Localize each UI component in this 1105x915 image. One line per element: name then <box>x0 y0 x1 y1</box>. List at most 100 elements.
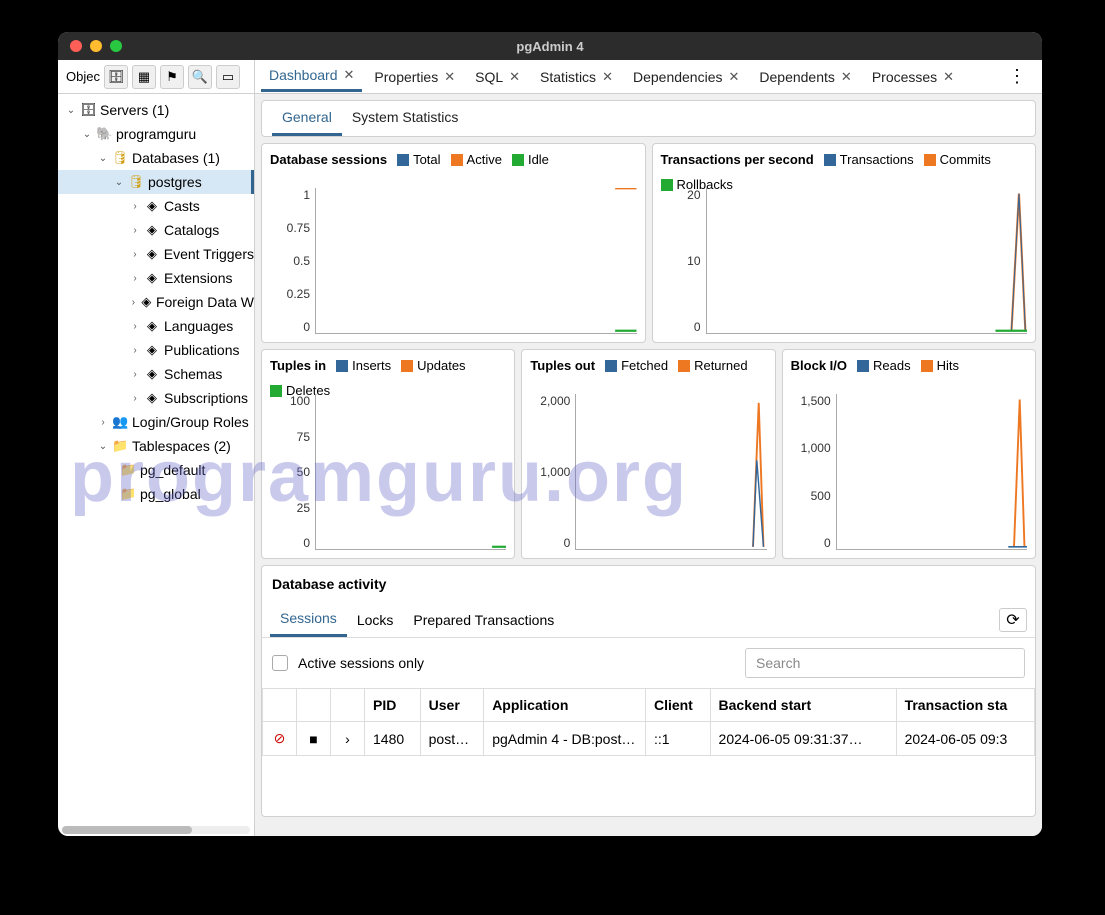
tree-servers[interactable]: Servers (1) <box>100 102 169 118</box>
column-header[interactable] <box>263 689 297 722</box>
object-tree[interactable]: ⌄🗄Servers (1) ⌄🐘programguru ⌄🛢Databases … <box>58 94 255 836</box>
activity-tab-prepared-transactions[interactable]: Prepared Transactions <box>403 604 564 636</box>
activity-tab-sessions[interactable]: Sessions <box>270 602 347 637</box>
card-database-sessions: Database sessionsTotalActiveIdle 10.750.… <box>261 143 646 343</box>
refresh-button[interactable]: ⟳ <box>999 608 1027 632</box>
tree-item[interactable]: ›◈Languages <box>58 314 254 338</box>
legend-item: Reads <box>857 358 911 373</box>
legend-item: Hits <box>921 358 959 373</box>
close-icon[interactable]: ✕ <box>728 69 739 85</box>
tab-sql[interactable]: SQL✕ <box>467 63 528 91</box>
subtab-general[interactable]: General <box>272 101 342 136</box>
cell-txn: 2024-06-05 09:3 <box>896 722 1034 756</box>
active-sessions-checkbox[interactable] <box>272 655 288 671</box>
sidebar-scrollbar[interactable] <box>62 826 250 834</box>
close-icon[interactable]: ✕ <box>602 69 613 85</box>
kebab-menu-icon[interactable]: ⋮ <box>998 66 1036 87</box>
cell-client: ::1 <box>645 722 710 756</box>
column-header[interactable] <box>297 689 331 722</box>
legend-item: Updates <box>401 358 465 373</box>
tab-dashboard[interactable]: Dashboard✕ <box>261 61 362 92</box>
tree-item[interactable]: ›◈Casts <box>58 194 254 218</box>
column-header[interactable]: Client <box>645 689 710 722</box>
legend-item: Fetched <box>605 358 668 373</box>
card-title: Database sessions <box>270 152 387 167</box>
window-title: pgAdmin 4 <box>516 39 583 54</box>
tree-tablespaces[interactable]: Tablespaces (2) <box>132 438 231 454</box>
tree-item[interactable]: ›◈Event Triggers <box>58 242 254 266</box>
legend-item: Commits <box>924 152 991 167</box>
legend-item: Total <box>397 152 440 167</box>
column-header[interactable]: Application <box>484 689 646 722</box>
dashboard-subtabs: GeneralSystem Statistics <box>261 100 1036 137</box>
activity-tab-locks[interactable]: Locks <box>347 604 404 636</box>
close-icon[interactable]: ✕ <box>943 69 954 85</box>
filter-icon[interactable]: ⚑ <box>160 65 184 89</box>
tree-login-roles[interactable]: Login/Group Roles <box>132 414 249 430</box>
view-data-icon[interactable]: ▦ <box>132 65 156 89</box>
card-title: Tuples out <box>530 358 595 373</box>
maximize-window-button[interactable] <box>110 40 122 52</box>
table-row[interactable]: ⊘ ■ › 1480 postgr… pgAdmin 4 - DB:post… … <box>263 722 1035 756</box>
object-explorer-toolbar: Objec 🗄 ▦ ⚑ 🔍 ▭ <box>58 60 255 93</box>
cell-app: pgAdmin 4 - DB:post… <box>484 722 646 756</box>
object-label: Objec <box>66 69 100 84</box>
card-database-activity: Database activity SessionsLocksPrepared … <box>261 565 1036 817</box>
tree-item[interactable]: ›◈Schemas <box>58 362 254 386</box>
column-header[interactable]: User <box>420 689 484 722</box>
close-icon[interactable]: ✕ <box>444 69 455 85</box>
tree-item[interactable]: 📁pg_global <box>58 482 254 506</box>
activity-title: Database activity <box>262 566 1035 602</box>
card-title: Tuples in <box>270 358 326 373</box>
tab-dependencies[interactable]: Dependencies✕ <box>625 63 747 91</box>
close-window-button[interactable] <box>70 40 82 52</box>
tree-item[interactable]: ›◈Extensions <box>58 266 254 290</box>
tree-item[interactable]: ›◈Publications <box>58 338 254 362</box>
legend-item: Idle <box>512 152 549 167</box>
legend-item: Returned <box>678 358 747 373</box>
search-objects-icon[interactable]: 🔍 <box>188 65 212 89</box>
minimize-window-button[interactable] <box>90 40 102 52</box>
main-panel: GeneralSystem Statistics Database sessio… <box>255 94 1042 836</box>
cell-user: postgr… <box>420 722 484 756</box>
legend-item: Active <box>451 152 502 167</box>
legend-item: Transactions <box>824 152 914 167</box>
tab-processes[interactable]: Processes✕ <box>864 63 962 91</box>
active-sessions-label: Active sessions only <box>298 655 424 671</box>
tree-server[interactable]: programguru <box>116 126 196 142</box>
tree-item[interactable]: ›◈Catalogs <box>58 218 254 242</box>
main-tabs: Dashboard✕Properties✕SQL✕Statistics✕Depe… <box>255 60 1042 93</box>
tree-db-postgres[interactable]: postgres <box>148 174 202 190</box>
tree-item[interactable]: ›◈Subscriptions <box>58 386 254 410</box>
query-tool-icon[interactable]: 🗄 <box>104 65 128 89</box>
tab-statistics[interactable]: Statistics✕ <box>532 63 621 91</box>
cell-backend: 2024-06-05 09:31:37… <box>710 722 896 756</box>
card-tuples-out: Tuples outFetchedReturned 2,0001,0000 <box>521 349 775 559</box>
column-header[interactable]: Backend start <box>710 689 896 722</box>
cell-pid: 1480 <box>365 722 421 756</box>
card-block-io: Block I/OReadsHits 1,5001,0005000 <box>782 349 1036 559</box>
card-title: Transactions per second <box>661 152 814 167</box>
app-window: pgAdmin 4 Objec 🗄 ▦ ⚑ 🔍 ▭ Dashboard✕Prop… <box>58 32 1042 836</box>
cancel-icon[interactable]: ■ <box>297 722 331 756</box>
column-header[interactable]: PID <box>365 689 421 722</box>
expand-row-icon[interactable]: › <box>331 722 365 756</box>
legend-item: Inserts <box>336 358 391 373</box>
column-header[interactable]: Transaction sta <box>896 689 1034 722</box>
psql-icon[interactable]: ▭ <box>216 65 240 89</box>
tree-databases[interactable]: Databases (1) <box>132 150 220 166</box>
terminate-icon[interactable]: ⊘ <box>263 722 297 756</box>
tree-item[interactable]: ›◈Foreign Data W <box>58 290 254 314</box>
close-icon[interactable]: ✕ <box>344 67 355 83</box>
tab-properties[interactable]: Properties✕ <box>366 63 463 91</box>
search-input[interactable]: Search <box>745 648 1025 678</box>
close-icon[interactable]: ✕ <box>841 69 852 85</box>
card-title: Block I/O <box>791 358 847 373</box>
card-tuples-in: Tuples inInsertsUpdatesDeletes 100755025… <box>261 349 515 559</box>
subtab-system-statistics[interactable]: System Statistics <box>342 101 469 136</box>
tree-item[interactable]: 📁pg_default <box>58 458 254 482</box>
column-header[interactable] <box>331 689 365 722</box>
close-icon[interactable]: ✕ <box>509 69 520 85</box>
tab-dependents[interactable]: Dependents✕ <box>751 63 859 91</box>
sessions-table: PIDUserApplicationClientBackend startTra… <box>262 688 1035 756</box>
